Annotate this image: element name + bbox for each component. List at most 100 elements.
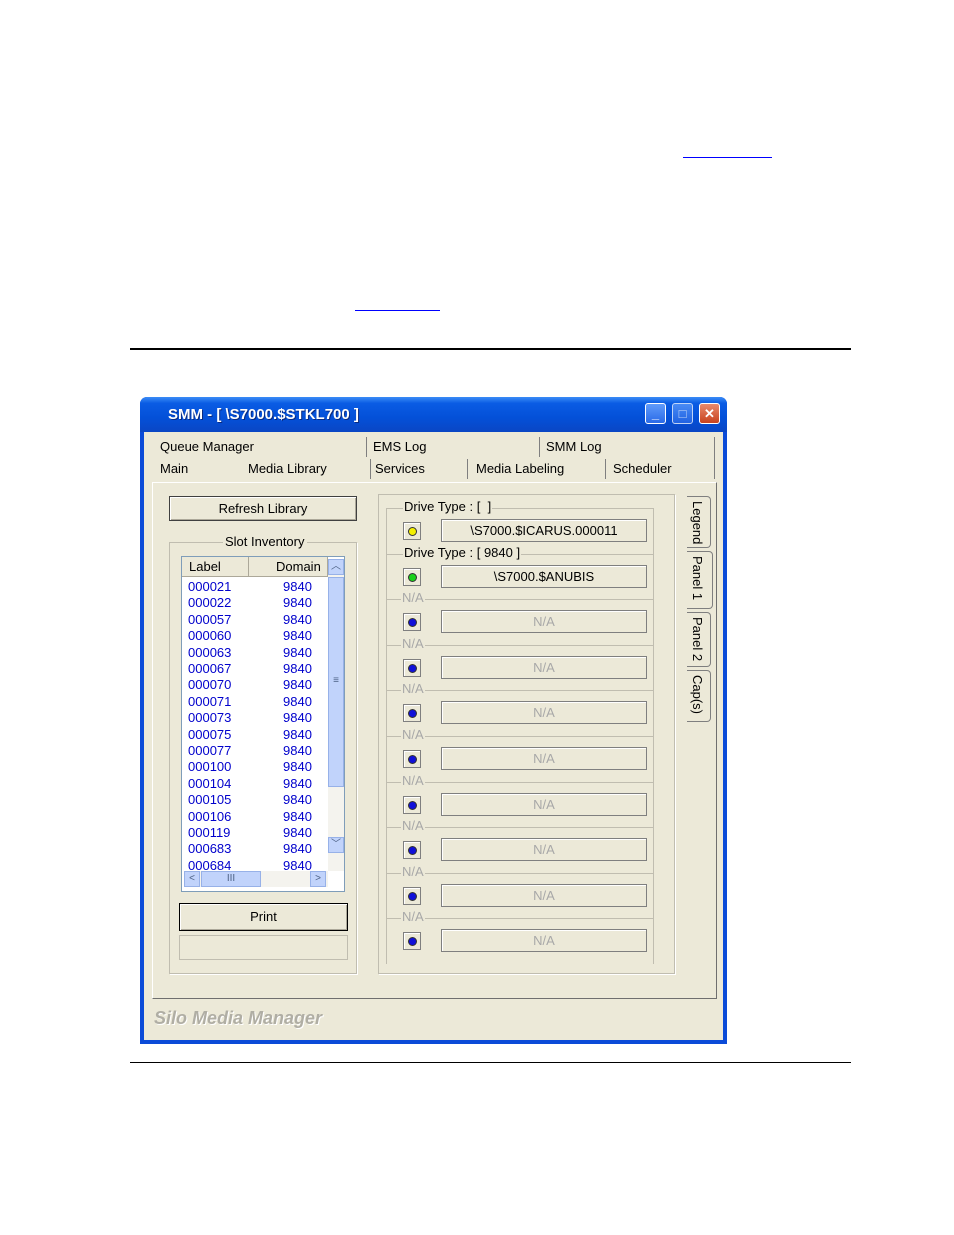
drive-name-field[interactable]: \S7000.$ICARUS.000011 bbox=[441, 519, 647, 542]
footer-brand: Silo Media Manager bbox=[154, 1008, 323, 1028]
slot-label: 000077 bbox=[188, 743, 232, 758]
slot-label: 000119 bbox=[188, 825, 231, 840]
tab-divider bbox=[467, 459, 468, 479]
tab-main[interactable]: Main bbox=[160, 459, 188, 479]
tab-scheduler[interactable]: Scheduler bbox=[613, 459, 672, 479]
list-item[interactable]: 000070 9840 bbox=[188, 677, 318, 693]
list-item[interactable]: 000071 9840 bbox=[188, 694, 318, 710]
slot-domain: 9840 bbox=[283, 759, 312, 775]
slot-label: 000063 bbox=[188, 644, 232, 660]
close-button[interactable]: ✕ bbox=[699, 403, 720, 424]
scroll-left-button[interactable]: < bbox=[184, 871, 200, 887]
list-item[interactable]: 000683 9840 bbox=[188, 841, 318, 857]
scroll-right-button[interactable]: > bbox=[310, 871, 326, 887]
drive-name-field: N/A bbox=[441, 610, 647, 634]
slot-inventory-list[interactable]: Label Domain 000021 9840 000022 9840 000057 9… bbox=[181, 556, 345, 892]
slot-label: 000071 bbox=[188, 693, 232, 709]
side-tab-legend[interactable]: Legend bbox=[687, 496, 711, 548]
doc-link-underline-1[interactable] bbox=[683, 157, 772, 158]
drive-name-field: N/A bbox=[441, 883, 647, 907]
list-item[interactable]: 000100 9840 bbox=[188, 759, 318, 775]
side-tab-panel-2[interactable]: Panel 2 bbox=[687, 612, 711, 667]
drive-type-label: N/A bbox=[401, 681, 425, 697]
side-tab-panel-1[interactable]: Panel 1 bbox=[687, 551, 713, 609]
media-library-panel: Refresh Library Slot Inventory Label Dom… bbox=[152, 482, 717, 999]
tab-divider bbox=[370, 459, 371, 479]
drive-status-icon bbox=[403, 750, 421, 768]
maximize-button[interactable]: □ bbox=[672, 403, 693, 424]
scroll-down-button[interactable]: ﹀ bbox=[328, 837, 344, 853]
bottom-rule bbox=[130, 1062, 851, 1063]
list-item[interactable]: 000104 9840 bbox=[188, 776, 318, 792]
horizontal-scrollbar[interactable]: < III > bbox=[184, 871, 328, 887]
drive-status-icon bbox=[403, 613, 421, 632]
slot-label: 000021 bbox=[188, 579, 232, 594]
slot-label: 000073 bbox=[188, 710, 232, 726]
slot-label: 000105 bbox=[188, 792, 232, 808]
tab-media-labeling[interactable]: Media Labeling bbox=[476, 459, 564, 479]
tab-divider bbox=[605, 459, 606, 479]
tab-media-library[interactable]: Media Library bbox=[248, 459, 327, 479]
slot-label: 000075 bbox=[188, 726, 232, 742]
slot-label: 000022 bbox=[188, 595, 232, 611]
smm-window: SMM - [ \S7000.$STKL700 ] _ □ ✕ Queue Ma… bbox=[140, 397, 727, 1044]
tab-smm-log[interactable]: SMM Log bbox=[546, 437, 602, 457]
tab-divider bbox=[539, 437, 540, 457]
drive-name-field: N/A bbox=[441, 792, 647, 816]
scroll-thumb-v[interactable]: ≡ bbox=[328, 577, 344, 787]
slot-domain: 9840 bbox=[283, 661, 312, 676]
slot-domain: 9840 bbox=[283, 792, 312, 808]
list-item[interactable]: 000073 9840 bbox=[188, 710, 318, 726]
drive-status-icon bbox=[403, 567, 421, 586]
list-item[interactable]: 000075 9840 bbox=[188, 727, 318, 743]
slot-domain: 9840 bbox=[283, 841, 312, 857]
slot-label: 000106 bbox=[188, 808, 232, 824]
drive-status-icon bbox=[403, 658, 421, 677]
drive-name-field: N/A bbox=[441, 747, 647, 770]
slot-label: 000104 bbox=[188, 775, 232, 791]
list-item[interactable]: 000106 9840 bbox=[188, 809, 318, 825]
drive-name-field[interactable]: \S7000.$ANUBIS bbox=[441, 564, 647, 588]
drive-name-field: N/A bbox=[441, 655, 647, 679]
list-item[interactable]: 000105 9840 bbox=[188, 792, 318, 808]
drive-type-label: N/A bbox=[401, 909, 425, 925]
slot-domain: 9840 bbox=[283, 808, 312, 824]
slot-label: 000060 bbox=[188, 628, 232, 644]
drive-status-icon bbox=[403, 886, 421, 905]
list-item[interactable]: 000063 9840 bbox=[188, 645, 318, 661]
list-item[interactable]: 000057 9840 bbox=[188, 612, 318, 628]
print-button[interactable]: Print bbox=[179, 903, 348, 931]
tab-ems-log[interactable]: EMS Log bbox=[373, 437, 426, 457]
tab-queue-manager[interactable]: Queue Manager bbox=[160, 437, 254, 457]
vertical-scrollbar[interactable]: ︿ ≡ ﹀ bbox=[328, 559, 344, 871]
list-item[interactable]: 000021 9840 bbox=[188, 579, 318, 595]
column-header-domain[interactable]: Domain bbox=[249, 557, 328, 577]
drive-name-field: N/A bbox=[441, 701, 647, 725]
scroll-thumb-h[interactable]: III bbox=[201, 871, 261, 887]
list-item[interactable]: 000060 9840 bbox=[188, 628, 318, 644]
side-tab-caps[interactable]: Cap(s) bbox=[687, 670, 711, 722]
list-item[interactable]: 000119 9840 bbox=[188, 825, 318, 841]
drive-type-label: N/A bbox=[401, 863, 425, 879]
list-item[interactable]: 000077 9840 bbox=[188, 743, 318, 759]
slot-label: 000067 bbox=[188, 661, 232, 676]
column-header-label[interactable]: Label bbox=[182, 557, 249, 577]
minimize-button[interactable]: _ bbox=[645, 403, 666, 424]
list-item[interactable]: 000022 9840 bbox=[188, 595, 318, 611]
slot-domain: 9840 bbox=[283, 677, 312, 693]
tab-divider bbox=[714, 437, 715, 479]
title-bar[interactable]: SMM - [ \S7000.$STKL700 ] _ □ ✕ bbox=[140, 397, 727, 432]
refresh-library-button[interactable]: Refresh Library bbox=[169, 496, 357, 521]
drive-status-icon bbox=[403, 704, 421, 723]
drive-status-icon bbox=[403, 932, 421, 951]
scroll-up-button[interactable]: ︿ bbox=[328, 559, 344, 575]
drive-name-field: N/A bbox=[441, 838, 647, 862]
doc-link-underline-2[interactable] bbox=[355, 310, 440, 311]
list-item[interactable]: 000067 9840 bbox=[188, 661, 318, 677]
slot-domain: 9840 bbox=[283, 775, 312, 791]
slot-domain: 9840 bbox=[283, 726, 312, 742]
status-field bbox=[179, 935, 348, 960]
slot-domain: 9840 bbox=[283, 628, 312, 644]
drive-type-label: N/A bbox=[401, 727, 425, 742]
tab-services[interactable]: Services bbox=[375, 459, 425, 479]
